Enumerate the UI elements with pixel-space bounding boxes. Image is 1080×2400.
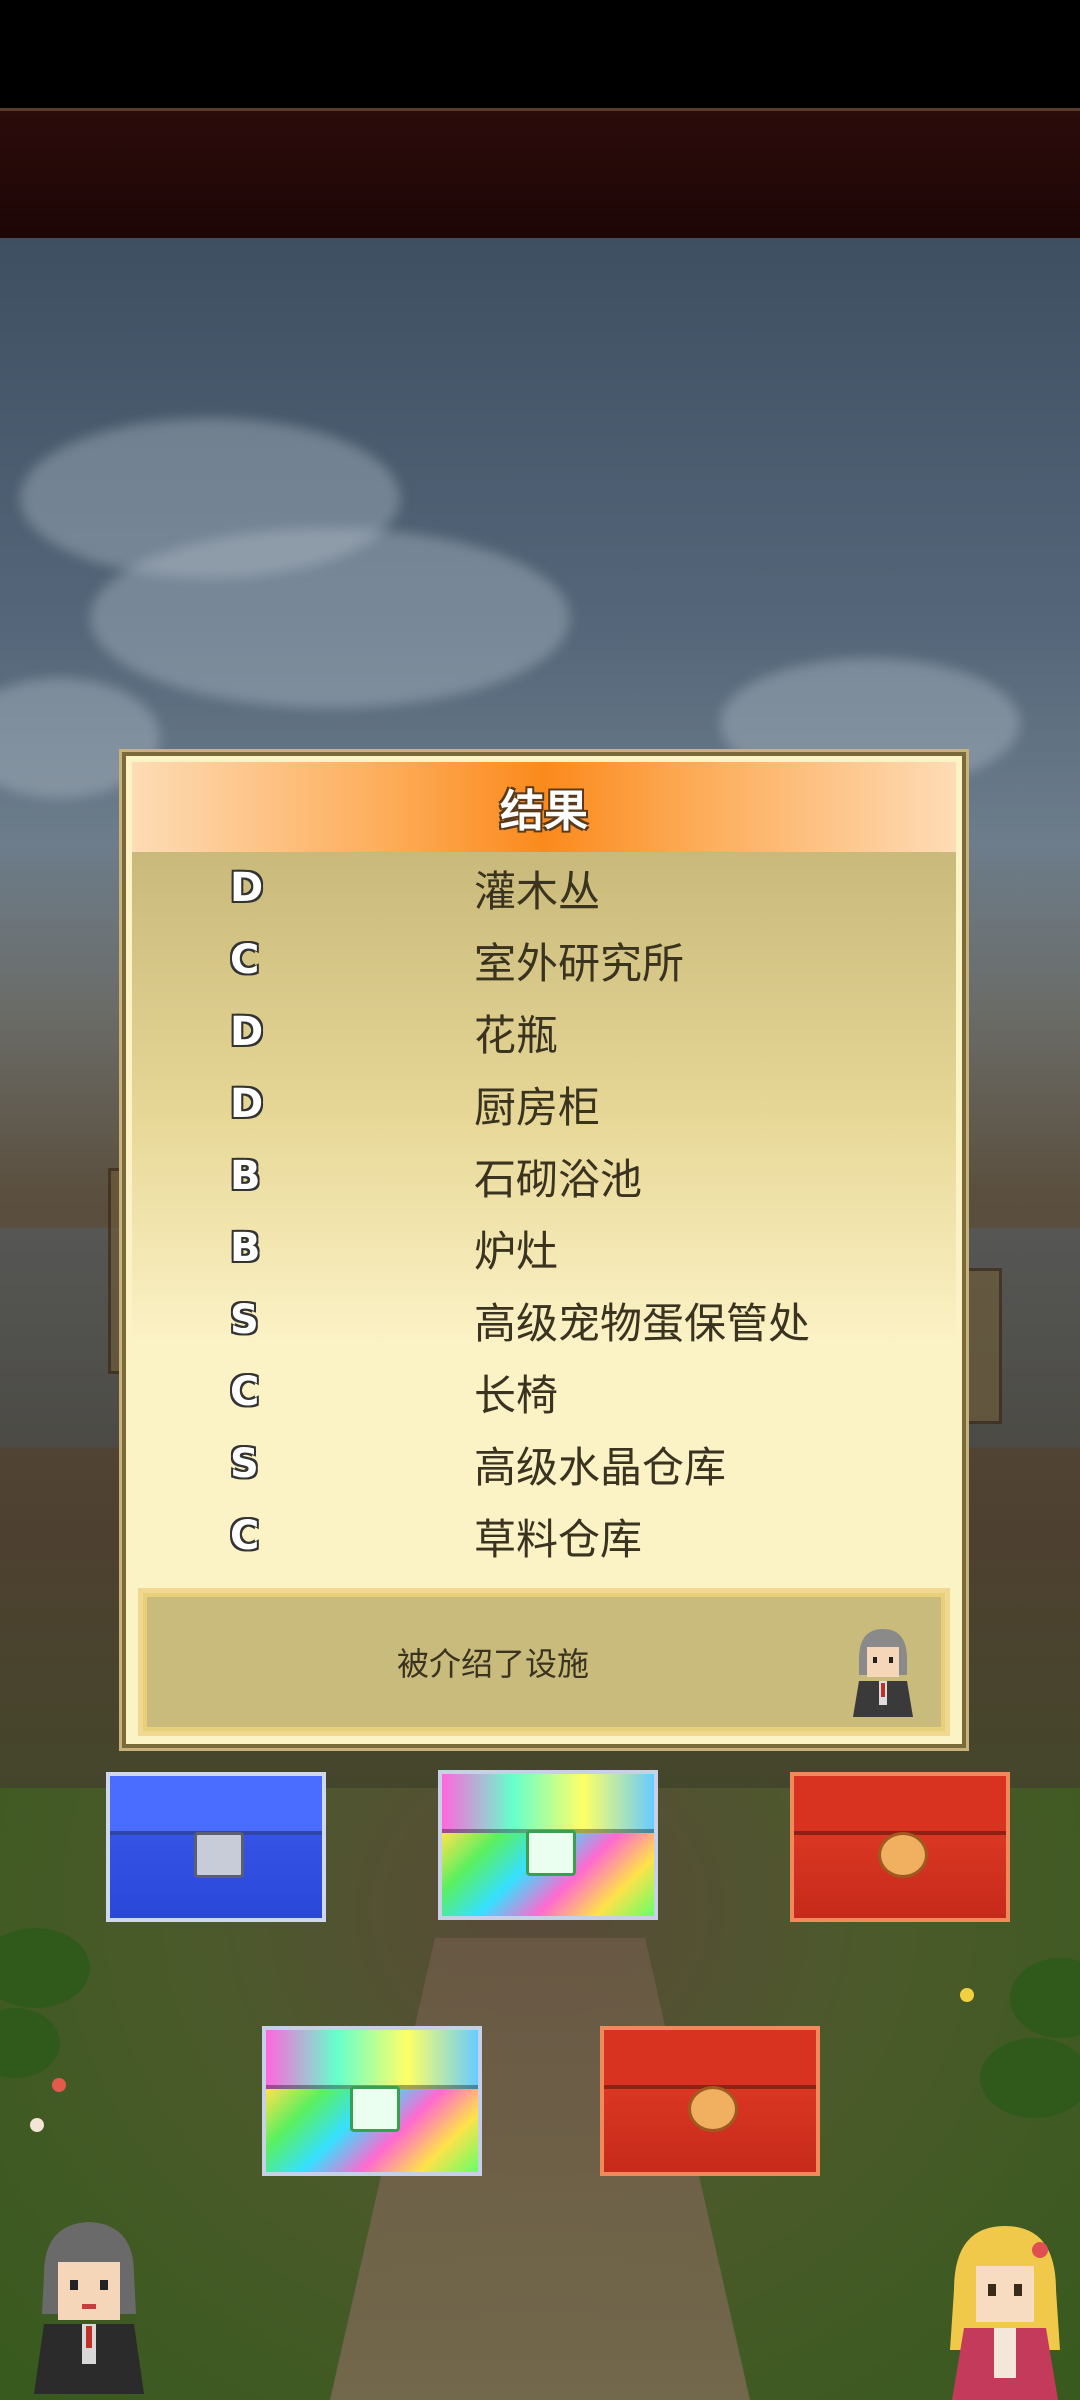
dialog-title: 结果 bbox=[500, 786, 588, 837]
result-row: B 炉灶 bbox=[132, 1212, 956, 1284]
cloud bbox=[90, 528, 570, 708]
rank-label: D bbox=[230, 865, 264, 911]
result-row: D 厨房柜 bbox=[132, 1068, 956, 1140]
rank-label: S bbox=[230, 1441, 259, 1487]
result-row: C 长椅 bbox=[132, 1356, 956, 1428]
advisor-avatar-icon bbox=[853, 1629, 913, 1717]
result-row: C 草料仓库 bbox=[132, 1500, 956, 1572]
lock-icon bbox=[526, 1830, 576, 1876]
rank-label: C bbox=[230, 937, 260, 983]
facility-name: 高级宠物蛋保管处 bbox=[474, 1298, 811, 1348]
status-bar bbox=[0, 0, 1080, 108]
top-banner bbox=[0, 108, 1080, 241]
bush bbox=[980, 2038, 1080, 2118]
building bbox=[0, 1228, 120, 1448]
flower bbox=[960, 1988, 974, 2002]
rank-label: S bbox=[230, 1297, 259, 1343]
lock-icon bbox=[350, 2086, 400, 2132]
rank-label: C bbox=[230, 1369, 260, 1415]
facility-name: 草料仓库 bbox=[474, 1514, 643, 1564]
rainbow-chest[interactable] bbox=[438, 1770, 658, 1920]
facility-name: 花瓶 bbox=[474, 1010, 559, 1060]
facility-name: 厨房柜 bbox=[474, 1082, 601, 1132]
result-row: S 高级水晶仓库 bbox=[132, 1428, 956, 1500]
result-row: S 高级宠物蛋保管处 bbox=[132, 1284, 956, 1356]
facility-name: 高级水晶仓库 bbox=[474, 1442, 727, 1492]
result-dialog[interactable]: 结果 D 灌木丛 C 室外研究所 D 花瓶 D 厨房柜 B 石砌浴池 B 炉灶 … bbox=[122, 752, 966, 1748]
message-text: 被介绍了设施 bbox=[396, 1645, 589, 1683]
result-row: B 石砌浴池 bbox=[132, 1140, 956, 1212]
rank-label: D bbox=[230, 1081, 264, 1127]
dialog-header: 结果 bbox=[132, 762, 956, 852]
message-box[interactable]: 被介绍了设施 bbox=[138, 1588, 950, 1736]
result-row: D 花瓶 bbox=[132, 996, 956, 1068]
rank-label: C bbox=[230, 1513, 260, 1559]
facility-name: 石砌浴池 bbox=[474, 1154, 643, 1204]
red-chest[interactable] bbox=[790, 1772, 1010, 1922]
rank-label: B bbox=[230, 1153, 261, 1199]
lock-icon bbox=[194, 1832, 244, 1878]
facility-name: 炉灶 bbox=[474, 1226, 559, 1276]
red-chest[interactable] bbox=[600, 2026, 820, 2176]
blue-chest[interactable] bbox=[106, 1772, 326, 1922]
result-list: D 灌木丛 C 室外研究所 D 花瓶 D 厨房柜 B 石砌浴池 B 炉灶 S 高… bbox=[132, 852, 956, 1564]
result-row: D 灌木丛 bbox=[132, 852, 956, 924]
rank-label: B bbox=[230, 1225, 261, 1271]
lock-icon bbox=[688, 2086, 738, 2132]
facility-name: 长椅 bbox=[474, 1370, 559, 1420]
rainbow-chest[interactable] bbox=[262, 2026, 482, 2176]
rank-label: D bbox=[230, 1009, 264, 1055]
girl-character[interactable] bbox=[940, 2220, 1070, 2400]
flower bbox=[52, 2078, 66, 2092]
result-row: C 室外研究所 bbox=[132, 924, 956, 996]
facility-name: 室外研究所 bbox=[474, 938, 685, 988]
lock-icon bbox=[878, 1832, 928, 1878]
facility-name: 灌木丛 bbox=[474, 866, 601, 916]
flower bbox=[30, 2118, 44, 2132]
butler-character[interactable] bbox=[24, 2214, 154, 2394]
